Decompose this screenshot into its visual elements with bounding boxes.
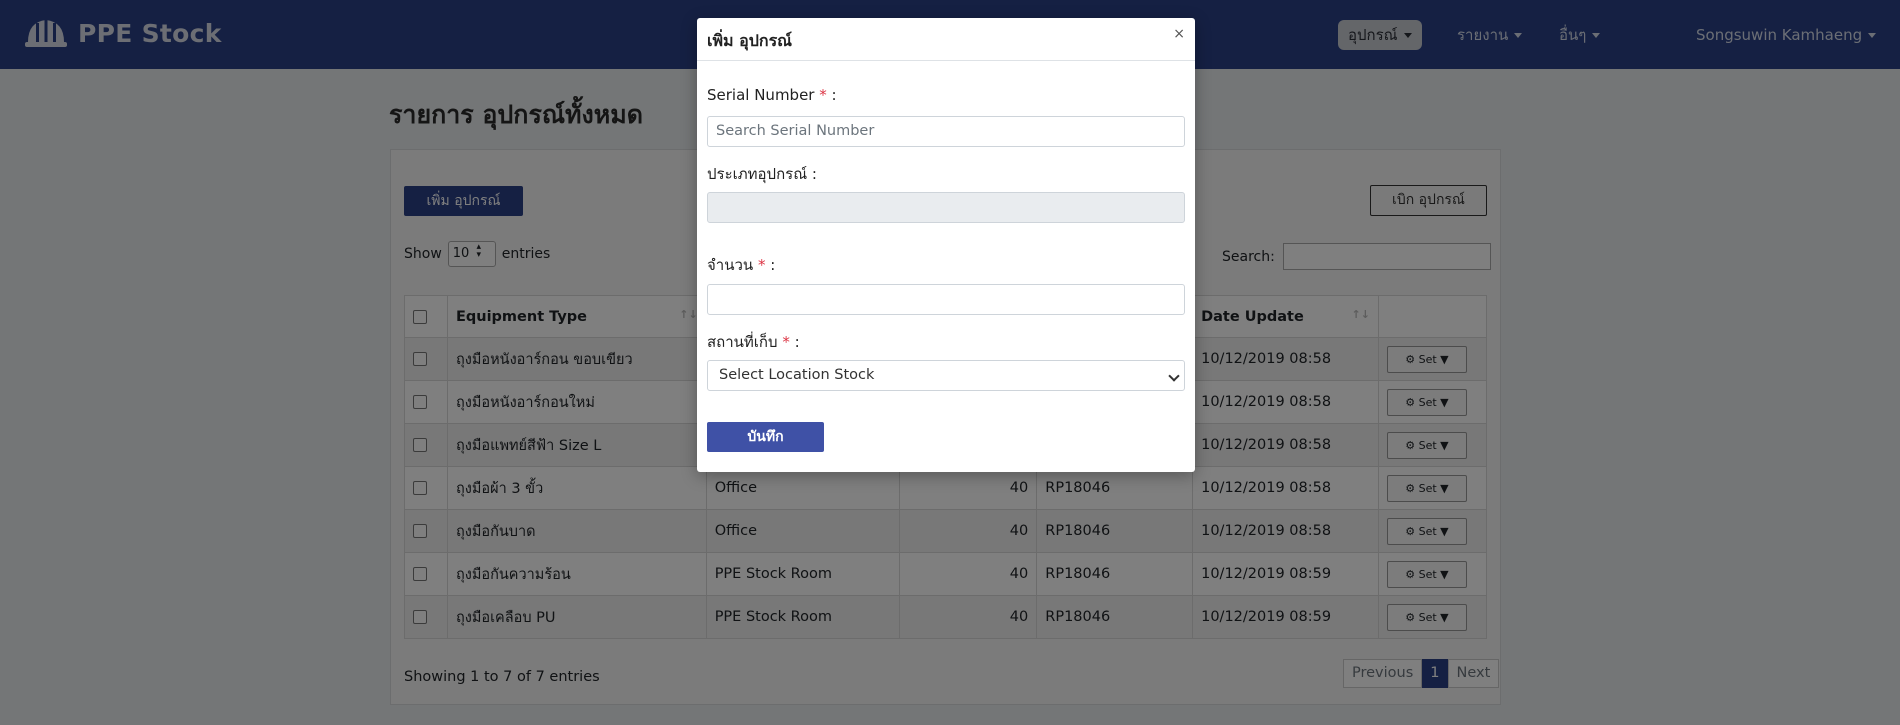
close-icon[interactable]: × (1173, 26, 1185, 42)
location-label-text: สถานที่เก็บ (707, 333, 778, 351)
location-label: สถานที่เก็บ * : (707, 330, 800, 354)
save-button[interactable]: บันทึก (707, 422, 824, 452)
serial-number-input[interactable]: Search Serial Number (707, 116, 1185, 147)
equipment-type-field (707, 192, 1185, 223)
quantity-input[interactable] (707, 284, 1185, 315)
required-mark: * (757, 256, 766, 274)
modal-title: เพิ่ม อุปกรณ์ (707, 31, 793, 50)
quantity-label: จำนวน * : (707, 253, 775, 277)
required-mark: * (819, 86, 827, 104)
label-colon: : (794, 333, 800, 351)
location-select[interactable]: Select Location Stock (707, 360, 1185, 391)
label-colon: : (770, 256, 776, 274)
add-equipment-modal: เพิ่ม อุปกรณ์ × Serial Number * : Search… (697, 18, 1195, 472)
quantity-label-text: จำนวน (707, 256, 754, 274)
label-colon: : (831, 86, 837, 104)
required-mark: * (782, 333, 790, 351)
serial-number-label-text: Serial Number (707, 86, 815, 104)
modal-header: เพิ่ม อุปกรณ์ × (697, 18, 1195, 61)
serial-number-label: Serial Number * : (707, 86, 837, 104)
equipment-type-label: ประเภทอุปกรณ์ : (707, 165, 817, 183)
